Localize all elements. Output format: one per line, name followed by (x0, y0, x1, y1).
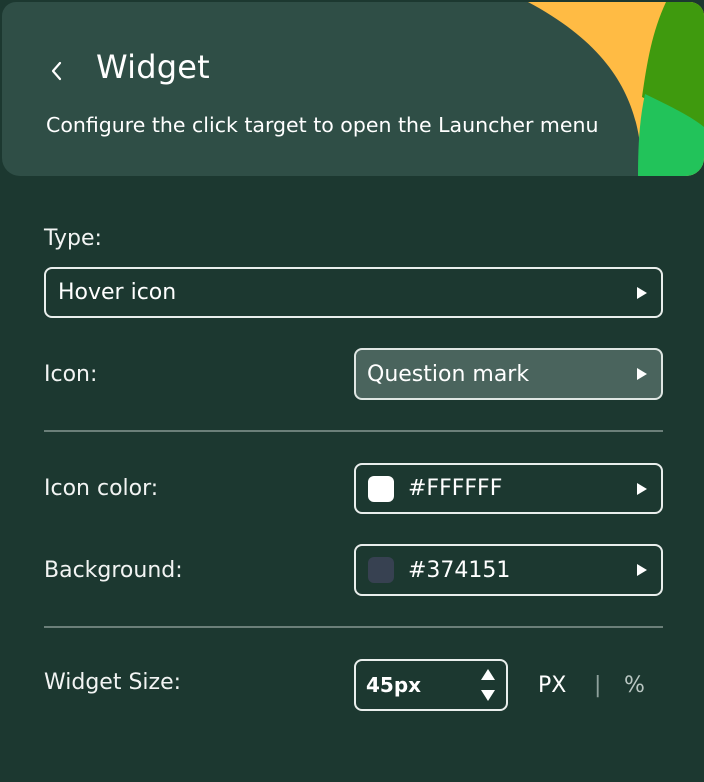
stepper-arrows-icon[interactable] (479, 666, 497, 704)
back-button[interactable] (46, 55, 68, 87)
page-title: Widget (96, 48, 210, 86)
header-decoration (528, 2, 704, 176)
unit-px-toggle[interactable]: PX (538, 673, 566, 698)
caret-right-icon (637, 564, 647, 576)
widget-settings-panel: Widget Configure the click target to ope… (0, 0, 704, 782)
icon-color-swatch (368, 475, 394, 502)
widget-size-input[interactable] (366, 673, 456, 697)
background-color-swatch (368, 557, 394, 583)
icon-select-value: Question mark (367, 361, 530, 387)
unit-separator: | (594, 673, 602, 698)
caret-right-icon (637, 482, 647, 495)
icon-color-picker[interactable]: #FFFFFF (354, 463, 663, 514)
type-label: Type: (44, 226, 102, 251)
panel-header: Widget Configure the click target to ope… (2, 2, 704, 176)
type-select-value: Hover icon (58, 280, 177, 305)
page-subtitle: Configure the click target to open the L… (46, 113, 599, 137)
background-label: Background: (44, 558, 183, 583)
type-select[interactable]: Hover icon (44, 267, 663, 318)
background-color-picker[interactable]: #374151 (354, 544, 663, 596)
caret-right-icon (637, 368, 647, 380)
chevron-left-icon (51, 61, 62, 81)
icon-label: Icon: (44, 362, 98, 387)
widget-size-stepper (354, 659, 508, 711)
icon-color-value: #FFFFFF (408, 476, 503, 501)
widget-size-label: Widget Size: (44, 670, 182, 695)
icon-color-label: Icon color: (44, 476, 159, 501)
icon-select[interactable]: Question mark (354, 348, 663, 400)
caret-right-icon (637, 286, 647, 299)
section-divider (44, 626, 663, 628)
unit-percent-toggle[interactable]: % (624, 673, 645, 698)
background-color-value: #374151 (408, 557, 511, 583)
section-divider (44, 430, 663, 432)
